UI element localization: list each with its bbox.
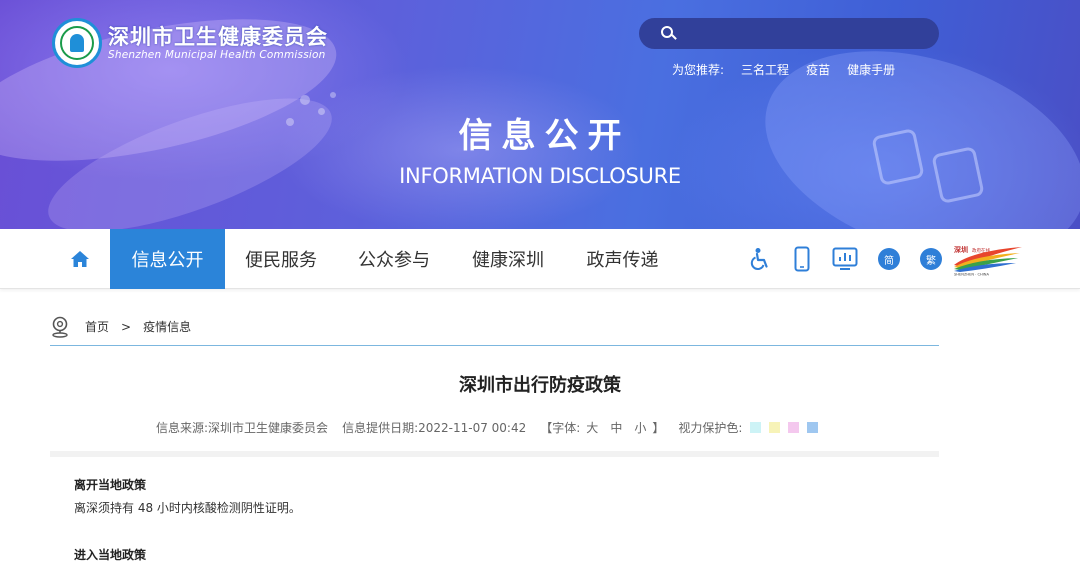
nav-tab-info-disclosure[interactable]: 信息公开 [110,229,225,289]
recommend-label: 为您推荐: [672,63,725,77]
date-value: 2022-11-07 00:42 [418,420,527,435]
recommend-link-sanming[interactable]: 三名工程 [741,61,789,78]
simplified-chinese-button[interactable]: 简 [878,248,900,270]
eye-care-label: 视力保护色: [678,421,743,435]
search-icon[interactable] [661,25,677,42]
health-commission-seal-icon [52,18,102,68]
eye-care-swatch-yellow[interactable] [769,422,781,433]
traditional-chinese-button[interactable]: 繁 [920,248,942,270]
wheelchair-icon[interactable] [748,247,772,271]
section-subtitle: INFORMATION DISCLOSURE [399,164,681,188]
nav-tab-government-voice[interactable]: 政声传递 [565,229,680,289]
site-logo[interactable]: 深圳市卫生健康委员会 Shenzhen Municipal Health Com… [52,18,328,68]
nav-home-button[interactable] [50,229,110,289]
recommend-link-health-manual[interactable]: 健康手册 [847,61,895,78]
location-pin-icon [52,316,68,338]
home-icon [71,251,89,267]
font-size-open: 【字体: [540,421,581,435]
article-title: 深圳市出行防疫政策 [459,375,621,396]
article-meta: 信息来源: 深圳市卫生健康委员会 信息提供日期: 2022-11-07 00:4… [156,419,819,436]
font-large-button[interactable]: 大 [586,419,598,436]
mobile-phone-icon[interactable] [794,246,810,272]
search-bar[interactable] [639,18,939,49]
eye-care-swatch-pink[interactable] [788,422,800,433]
source-value: 深圳市卫生健康委员会 [208,421,329,435]
svg-text:深圳: 深圳 [954,245,968,254]
font-size-close: 】 [652,421,665,435]
eye-care-swatch-cyan[interactable] [750,422,762,433]
recommend-link-vaccine[interactable]: 疫苗 [806,61,830,78]
font-medium-button[interactable]: 中 [610,419,622,436]
article-divider [50,451,939,457]
nav-tab-healthy-shenzhen[interactable]: 健康深圳 [451,229,565,289]
breadcrumb-separator: > [121,320,132,334]
section-heading-leaving: 离开当地政策 [74,478,147,492]
org-name-cn: 深圳市卫生健康委员会 [108,24,328,49]
search-input[interactable] [685,26,925,41]
recommend-bar: 为您推荐: 三名工程 疫苗 健康手册 [672,61,912,78]
main-nav: 信息公开 便民服务 公众参与 健康深圳 政声传递 简 繁 [0,229,1080,289]
breadcrumb-current[interactable]: 疫情信息 [143,316,191,338]
section-title: 信息公开 [458,116,631,156]
section-text-leaving: 离深须持有 48 小时内核酸检测阴性证明。 [74,501,301,515]
shenzhen-china-logo-icon[interactable]: 深圳 政府在线 SHENZHEN · CHINA [952,243,1024,277]
nav-tab-public-service[interactable]: 便民服务 [225,229,337,289]
header-banner: 深圳市卫生健康委员会 Shenzhen Municipal Health Com… [0,0,1080,229]
org-name-en: Shenzhen Municipal Health Commission [108,48,326,61]
section-heading-entering: 进入当地政策 [74,548,147,562]
breadcrumb: 首页 > 疫情信息 [50,316,939,346]
banner-decoration [300,95,310,105]
date-label: 信息提供日期: [342,421,419,435]
source-label: 信息来源: [156,421,209,435]
screen-reader-icon[interactable] [832,247,858,271]
eye-care-swatch-blue[interactable] [807,422,819,433]
nav-tab-public-participation[interactable]: 公众参与 [337,229,451,289]
breadcrumb-home-link[interactable]: 首页 [85,316,109,338]
banner-decoration [330,92,336,98]
svg-text:SHENZHEN · CHINA: SHENZHEN · CHINA [954,273,989,277]
font-small-button[interactable]: 小 [634,419,646,436]
nav-tools: 简 繁 [748,229,942,289]
